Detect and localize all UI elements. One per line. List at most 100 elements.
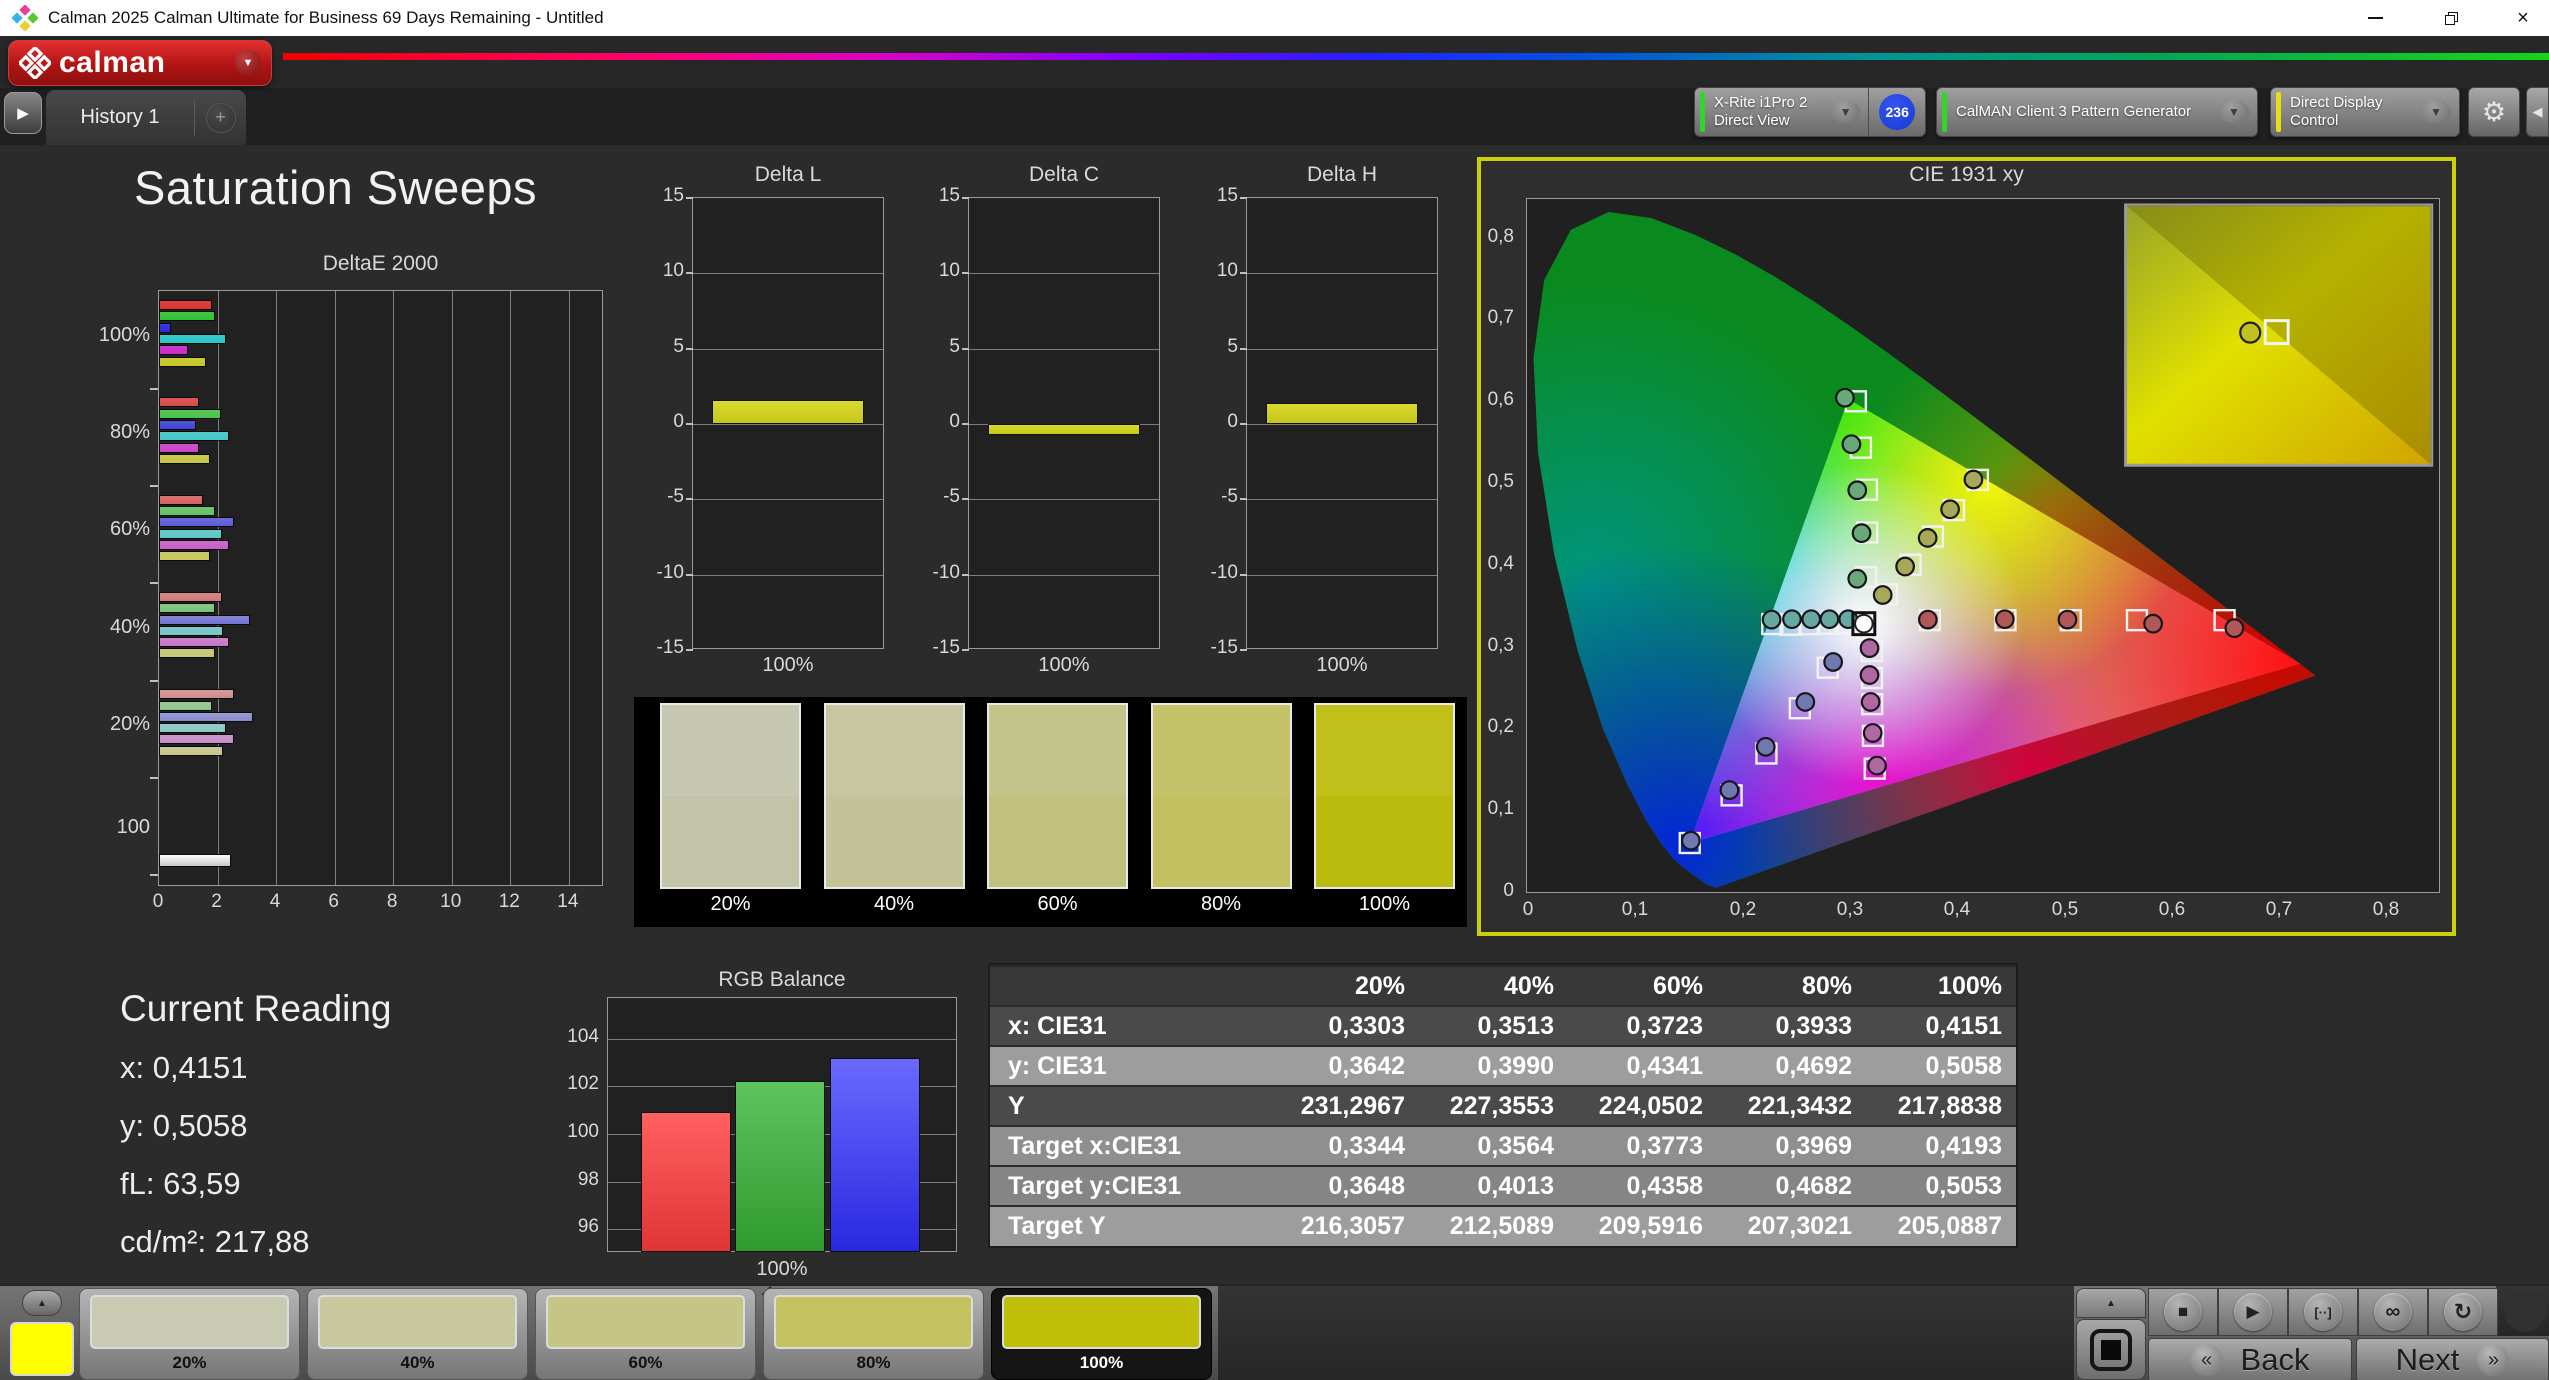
measured-point-magenta	[1859, 665, 1880, 685]
workflow-panel-expander[interactable]: ▶	[4, 92, 42, 134]
target-half	[825, 796, 963, 887]
y-tick-label: 10	[938, 260, 960, 282]
chevron-down-icon: ▼	[2421, 101, 2451, 123]
calman-logo-text: calman	[59, 46, 166, 79]
meter-status-strip	[1700, 92, 1705, 132]
calman-menu-button[interactable]: calman ▼	[8, 40, 272, 86]
compare-swatch-40%	[823, 703, 965, 889]
y-tick-label: 5	[949, 335, 960, 357]
delta-h-chart	[1240, 197, 1438, 651]
pattern-button-60%[interactable]: 60%	[535, 1288, 756, 1380]
deltae-bar-blue	[159, 711, 253, 722]
table-cell: 0,4013	[1419, 1165, 1568, 1206]
gridline	[568, 291, 570, 885]
status-dot	[2504, 1290, 2546, 1332]
delta-c-title: Delta C	[1028, 163, 1100, 186]
pattern-generator-dropdown[interactable]: CalMAN Client 3 Pattern Generator ▼	[1936, 87, 2258, 137]
meter-reading-badge[interactable]: 236	[1879, 94, 1916, 130]
table-cell: 221,3432	[1717, 1085, 1866, 1126]
swatch-label: 60%	[1037, 893, 1078, 915]
pattern-window-up-button[interactable]: ▲	[2076, 1288, 2146, 1318]
current-pattern-color-swatch[interactable]	[10, 1322, 74, 1376]
table-row: Target y:CIE31 0,3648 0,4013 0,4358 0,4682 0,…	[990, 1165, 2016, 1206]
measured-point-cyan	[1819, 609, 1840, 630]
target-half	[1316, 796, 1453, 887]
back-label: Back	[2240, 1342, 2310, 1377]
measured-point-green	[1835, 387, 1855, 408]
measured-point-cyan	[1801, 609, 1822, 630]
table-row-label: Target y:CIE31	[990, 1165, 1270, 1206]
cie-diagram-svg	[1526, 198, 2440, 893]
stop-icon: ■	[2164, 1293, 2202, 1331]
titlebar: Calman 2025 Calman Ultimate for Business…	[0, 0, 2549, 36]
pattern-button-40%[interactable]: 40%	[307, 1288, 528, 1380]
reading-y: y: 0,5058	[120, 1108, 248, 1143]
deltae-bar-yellow	[159, 551, 211, 562]
swatch-label: 80%	[1200, 893, 1242, 915]
actual-target-swatch-panel: ActualTarget20%40%60%80%100%	[634, 697, 1467, 927]
cie-x-tick: 0,7	[2265, 899, 2293, 920]
display-control-dropdown[interactable]: Direct Display Control ▼	[2270, 87, 2460, 137]
pattern-swatch	[318, 1295, 517, 1349]
rgb-balance-title: RGB Balance	[718, 968, 846, 991]
chevron-down-icon: ▼	[2219, 101, 2249, 123]
settings-button[interactable]: ⚙	[2468, 87, 2520, 137]
axis-tick	[150, 582, 158, 585]
measured-point-blue	[1719, 780, 1740, 800]
minimize-button[interactable]	[2352, 0, 2398, 36]
table-cell: 212,5089	[1419, 1205, 1568, 1246]
deltae-group-label: 60%	[109, 518, 150, 540]
pattern-button-20%[interactable]: 20%	[79, 1288, 300, 1380]
step-button[interactable]: [··]	[2288, 1288, 2358, 1336]
measured-point-red	[2224, 618, 2245, 639]
collapse-toolbar-button[interactable]: ◀	[2526, 87, 2549, 137]
pattern-window-button[interactable]	[2076, 1319, 2146, 1380]
pattern-button-100%[interactable]: 100%	[991, 1288, 1212, 1380]
play-button[interactable]: ▶	[2218, 1288, 2288, 1336]
pattern-label: 20%	[172, 1353, 207, 1372]
axis-tick	[686, 197, 693, 199]
gridline	[276, 291, 278, 885]
refresh-button[interactable]: ↻	[2428, 1288, 2498, 1336]
table-cell: 0,4692	[1717, 1045, 1866, 1086]
table-cell: 0,5053	[1866, 1165, 2016, 1206]
cie-x-tick: 0,3	[1836, 899, 1864, 920]
deltae-bar-red	[159, 397, 199, 408]
table-col-header: 20%	[1270, 965, 1419, 1006]
back-button[interactable]: « Back	[2148, 1338, 2352, 1380]
pattern-options-up-button[interactable]: ▲	[22, 1290, 62, 1316]
axis-tick	[150, 485, 158, 488]
measured-point-magenta	[1859, 638, 1880, 658]
continuous-button[interactable]: ∞	[2358, 1288, 2428, 1336]
table-cell: 0,3723	[1568, 1005, 1717, 1046]
next-button[interactable]: Next »	[2356, 1338, 2549, 1380]
add-tab-button[interactable]: +	[195, 102, 246, 133]
table-cell: 0,4341	[1568, 1045, 1717, 1086]
chevron-down-icon: ▼	[1830, 101, 1861, 123]
deltae-group-label: 100%	[98, 324, 150, 346]
y-tick-label: -5	[1221, 486, 1238, 508]
gridline	[693, 499, 883, 501]
cie-y-tick: 0,5	[1487, 471, 1514, 492]
pattern-button-80%[interactable]: 80%	[763, 1288, 984, 1380]
deltae-bar-red	[159, 591, 222, 602]
gridline	[693, 348, 883, 350]
close-button[interactable]: ×	[2500, 0, 2546, 36]
stop-button[interactable]: ■	[2148, 1288, 2218, 1336]
meter-dropdown[interactable]: X-Rite i1Pro 2 Direct View ▼ 236	[1694, 87, 1926, 137]
measured-point-green	[1847, 480, 1868, 501]
delta_c-bar	[988, 424, 1140, 435]
gridline	[608, 1038, 956, 1040]
cie-y-tick: 0,8	[1487, 226, 1514, 247]
tab-history-1[interactable]: History 1	[46, 106, 194, 129]
deltae-chart-title: DeltaE 2000	[322, 252, 439, 275]
compare-swatch-60%	[987, 703, 1128, 889]
axis-tick	[686, 649, 693, 651]
table-cell: 0,4193	[1866, 1125, 2016, 1166]
actual-half	[1316, 705, 1453, 796]
restore-button[interactable]	[2428, 0, 2474, 36]
deltae-group-label: 20%	[109, 713, 150, 735]
table-col-header: 100%	[1866, 965, 2016, 1006]
measured-point-blue	[1795, 692, 1816, 712]
chevron-down-icon[interactable]: ▼	[235, 50, 261, 76]
